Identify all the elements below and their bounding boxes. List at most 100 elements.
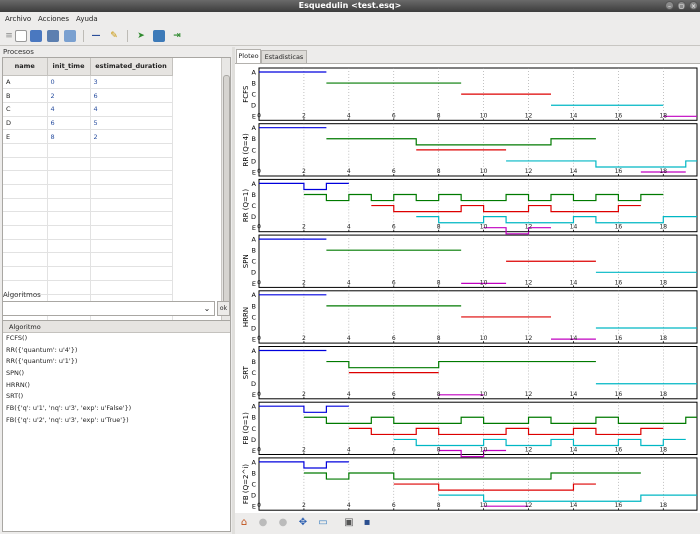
table-cell[interactable]	[47, 198, 91, 213]
table-row[interactable]: D65	[3, 116, 173, 131]
table-cell[interactable]: 0	[47, 75, 91, 90]
col-init-time[interactable]: init_time	[47, 58, 91, 76]
table-cell[interactable]: 2	[47, 88, 91, 103]
table-row[interactable]	[3, 266, 173, 281]
table-cell[interactable]	[3, 143, 48, 158]
table-scrollbar[interactable]	[221, 58, 230, 334]
table-cell[interactable]	[3, 170, 48, 185]
col-name[interactable]: name	[3, 58, 48, 76]
table-cell[interactable]: 3	[90, 75, 173, 90]
maximize-icon[interactable]: ▢	[677, 1, 686, 10]
algorithm-item[interactable]: SPN()	[3, 368, 230, 380]
refresh-icon[interactable]	[153, 30, 165, 42]
table-cell[interactable]	[3, 184, 48, 199]
save-figure-icon[interactable]: ▪	[361, 517, 373, 529]
pan-icon[interactable]: ✥	[297, 517, 309, 529]
tab-ploteo[interactable]: Ploteo	[236, 49, 261, 63]
algorithm-item[interactable]: RR({'quantum': u'1'})	[3, 356, 230, 368]
algorithm-item[interactable]: RR({'quantum': u'4'})	[3, 345, 230, 357]
table-cell[interactable]	[47, 157, 91, 172]
menu-acciones[interactable]: Acciones	[38, 15, 69, 23]
table-cell[interactable]: B	[3, 88, 48, 103]
table-cell[interactable]: 4	[47, 102, 91, 117]
zoom-icon[interactable]: ▭	[317, 517, 329, 529]
algorithm-item[interactable]: FB({'q': u'1', 'nq': u'3', 'exp': u'Fals…	[3, 403, 230, 415]
table-cell[interactable]	[47, 211, 91, 227]
table-cell[interactable]	[3, 157, 48, 172]
table-cell[interactable]	[47, 184, 91, 199]
table-cell[interactable]	[47, 280, 91, 295]
forward-icon[interactable]: ●	[277, 517, 289, 529]
new-file-icon[interactable]	[15, 30, 27, 42]
table-row[interactable]	[3, 252, 173, 268]
run-icon[interactable]: ➤	[135, 30, 147, 42]
table-cell[interactable]: 2	[90, 129, 173, 144]
table-cell[interactable]: 8	[47, 129, 91, 144]
table-cell[interactable]	[47, 266, 91, 281]
table-cell[interactable]: C	[3, 102, 48, 117]
tab-estadisticas[interactable]: Estadisticas	[261, 50, 307, 63]
back-icon[interactable]: ●	[257, 517, 269, 529]
table-cell[interactable]	[3, 252, 48, 268]
minimize-icon[interactable]: –	[665, 1, 674, 10]
table-row[interactable]	[3, 184, 173, 199]
table-cell[interactable]	[90, 170, 173, 185]
table-cell[interactable]	[47, 225, 91, 240]
wand-icon[interactable]: ✎	[108, 30, 120, 42]
algorithm-combo[interactable]: ⌄	[2, 301, 215, 316]
save-icon[interactable]	[47, 30, 59, 42]
ok-button[interactable]: ok	[217, 301, 230, 316]
table-cell[interactable]: 6	[90, 88, 173, 103]
table-cell[interactable]	[3, 225, 48, 240]
table-cell[interactable]	[90, 198, 173, 213]
scrollbar-thumb[interactable]	[223, 75, 230, 310]
table-cell[interactable]	[90, 266, 173, 281]
table-cell[interactable]	[90, 184, 173, 199]
table-cell[interactable]: A	[3, 75, 48, 90]
table-cell[interactable]	[47, 170, 91, 185]
table-cell[interactable]: D	[3, 116, 48, 131]
algorithm-item[interactable]: HRRN()	[3, 380, 230, 392]
menu-ayuda[interactable]: Ayuda	[76, 15, 98, 23]
configure-icon[interactable]: ▣	[343, 517, 355, 529]
table-row[interactable]	[3, 225, 173, 240]
table-cell[interactable]	[47, 239, 91, 254]
algorithm-item[interactable]: SRT()	[3, 391, 230, 403]
table-row[interactable]: C44	[3, 102, 173, 117]
table-cell[interactable]	[47, 143, 91, 158]
close-icon[interactable]: ×	[689, 1, 698, 10]
table-row[interactable]	[3, 239, 173, 254]
table-cell[interactable]: 4	[90, 102, 173, 117]
table-row[interactable]: E82	[3, 129, 173, 144]
table-cell[interactable]	[3, 198, 48, 213]
table-cell[interactable]	[47, 252, 91, 268]
table-row[interactable]	[3, 143, 173, 158]
exit-icon[interactable]: ⇥	[171, 30, 183, 42]
table-cell[interactable]	[90, 211, 173, 227]
table-row[interactable]: A03	[3, 75, 173, 90]
table-cell[interactable]: 5	[90, 116, 173, 131]
table-cell[interactable]	[3, 239, 48, 254]
algorithm-item[interactable]: FB({'q': u'2', 'nq': u'3', 'exp': u'True…	[3, 415, 230, 427]
menu-archivo[interactable]: Archivo	[5, 15, 31, 23]
table-row[interactable]	[3, 211, 173, 227]
table-row[interactable]	[3, 157, 173, 172]
table-cell[interactable]	[90, 252, 173, 268]
algorithm-item[interactable]: FCFS()	[3, 333, 230, 345]
open-icon[interactable]	[30, 30, 42, 42]
table-row[interactable]: B26	[3, 88, 173, 103]
table-cell[interactable]	[90, 280, 173, 295]
chevron-down-icon[interactable]: ⌄	[201, 303, 213, 314]
table-cell[interactable]: E	[3, 129, 48, 144]
table-row[interactable]	[3, 198, 173, 213]
table-cell[interactable]	[3, 211, 48, 227]
table-row[interactable]	[3, 170, 173, 185]
table-cell[interactable]	[90, 143, 173, 158]
open-list-icon[interactable]: ≡	[3, 30, 15, 42]
table-cell[interactable]: 6	[47, 116, 91, 131]
table-cell[interactable]	[90, 157, 173, 172]
table-cell[interactable]	[90, 225, 173, 240]
home-icon[interactable]: ⌂	[238, 517, 250, 529]
save-as-icon[interactable]	[64, 30, 76, 42]
remove-icon[interactable]: —	[90, 30, 102, 42]
